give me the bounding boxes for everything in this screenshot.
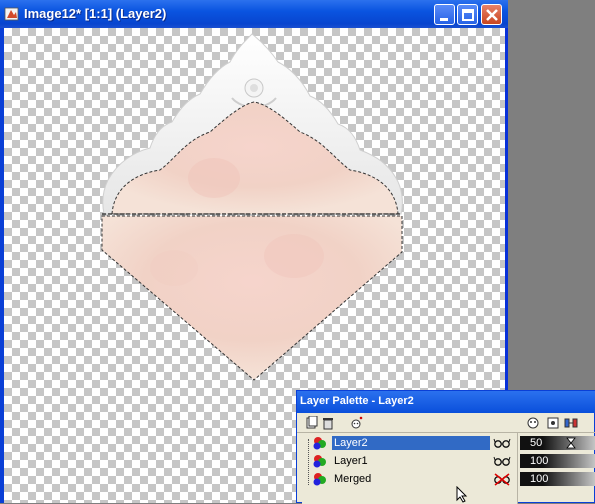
- window-title: Image12* [1:1] (Layer2): [24, 6, 167, 21]
- hidden-glasses-icon[interactable]: [493, 472, 511, 486]
- opacity-value: 50: [530, 437, 543, 449]
- hourglass-icon: [566, 437, 576, 449]
- close-icon: [486, 9, 498, 21]
- minimize-icon: [440, 18, 448, 21]
- layer-row-layer2[interactable]: Layer2: [310, 435, 518, 451]
- layer-row-layer1[interactable]: Layer1: [310, 453, 518, 469]
- palette-title: Layer Palette - Layer2: [300, 395, 414, 407]
- mouse-pointer-icon: [456, 486, 468, 503]
- close-button[interactable]: [481, 4, 502, 25]
- maximize-icon: [462, 9, 474, 21]
- layer-opacity-column: 50 100 100: [518, 433, 595, 504]
- layer-properties-icon[interactable]: [349, 416, 363, 430]
- opacity-value: 100: [530, 473, 549, 485]
- opacity-slider[interactable]: 100: [520, 454, 595, 468]
- visibility-glasses-icon[interactable]: [493, 454, 511, 468]
- raster-layer-icon: [313, 437, 326, 450]
- opacity-slider[interactable]: 100: [520, 472, 595, 486]
- palette-side-toolbar: [518, 413, 595, 433]
- raster-layer-icon: [313, 455, 326, 468]
- link-icon[interactable]: [564, 416, 578, 430]
- opacity-value: 100: [530, 455, 549, 467]
- opacity-slider[interactable]: 50: [520, 436, 595, 450]
- paint-shop-icon: [4, 7, 19, 21]
- layer-name: Layer2: [332, 436, 490, 450]
- new-layer-icon[interactable]: [305, 416, 319, 430]
- maximize-button[interactable]: [457, 4, 478, 25]
- palette-titlebar[interactable]: Layer Palette - Layer2: [297, 391, 595, 413]
- window-titlebar[interactable]: Image12* [1:1] (Layer2): [0, 0, 508, 28]
- layer-row-merged[interactable]: Merged: [310, 471, 518, 487]
- layer-name: Merged: [334, 473, 372, 485]
- minimize-button[interactable]: [434, 4, 455, 25]
- layer-palette: Layer Palette - Layer2 Layer2 Layer1 Mer…: [296, 390, 595, 504]
- layer-name: Layer1: [334, 455, 368, 467]
- protect-icon[interactable]: [546, 416, 560, 430]
- visibility-glasses-icon[interactable]: [493, 436, 511, 450]
- mask-icon[interactable]: [526, 416, 540, 430]
- layer-list: Layer2 Layer1 Merged: [302, 433, 518, 504]
- delete-layer-icon[interactable]: [321, 416, 335, 430]
- raster-layer-icon: [313, 473, 326, 486]
